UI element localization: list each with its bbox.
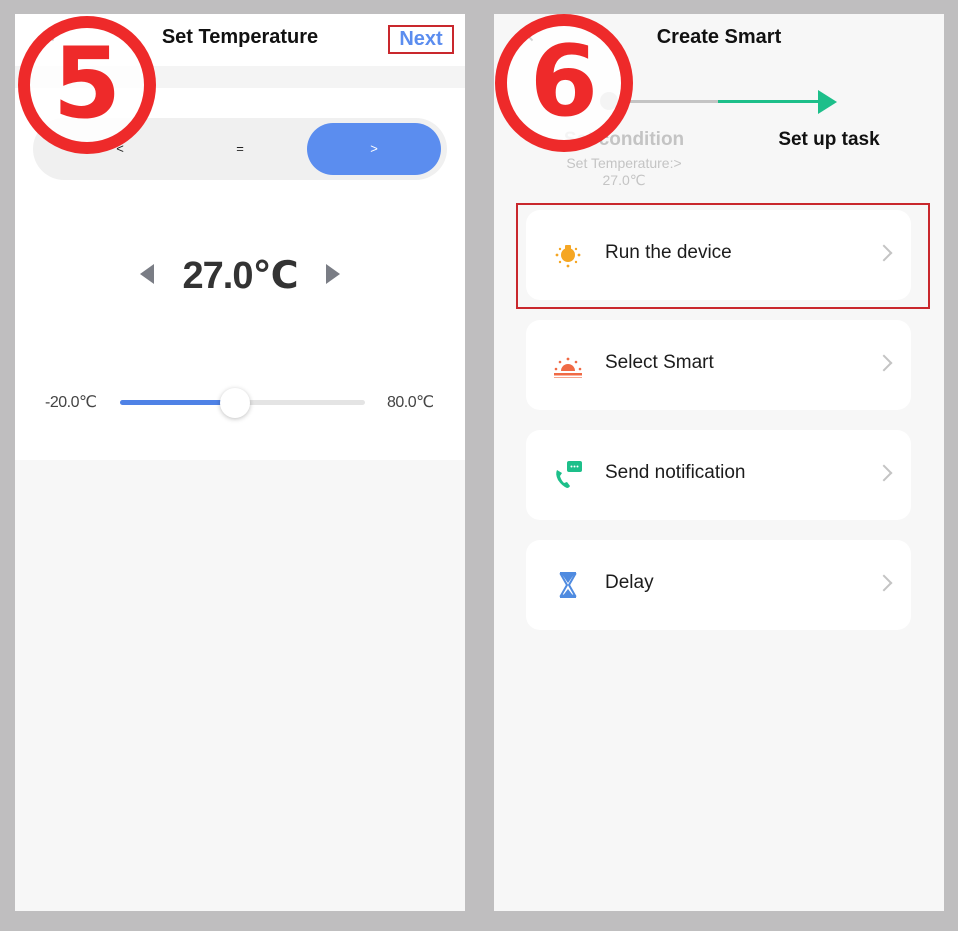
triangle-right-icon[interactable] <box>326 264 340 284</box>
task-delay[interactable]: Delay <box>526 540 911 630</box>
sunrise-icon <box>554 357 582 378</box>
step-badge-5: 5 <box>18 16 156 154</box>
temperature-stepper: 27.0℃ <box>15 248 465 298</box>
slider-thumb[interactable] <box>220 388 251 418</box>
hourglass-icon <box>559 572 577 598</box>
comparator-equal[interactable]: = <box>173 123 307 175</box>
chevron-right-icon <box>875 464 893 482</box>
step-set-up-task-label: Set up task <box>778 129 880 150</box>
phone-message-icon <box>556 461 582 488</box>
temperature-slider-row: -20.0℃ 80.0℃ <box>15 388 465 418</box>
slider-min-label: -20.0℃ <box>45 394 97 411</box>
progress-line-done <box>618 100 718 103</box>
task-select-smart[interactable]: Select Smart <box>526 320 911 410</box>
task-label: Delay <box>605 572 654 593</box>
arrow-right-icon <box>818 90 837 114</box>
chevron-right-icon <box>875 354 893 372</box>
comparator-greater-than[interactable]: > <box>307 123 441 175</box>
slider-max-label: 80.0℃ <box>387 394 434 411</box>
step-badge-6: 6 <box>495 14 633 152</box>
next-button[interactable]: Next <box>388 25 454 54</box>
temperature-value: 27.0℃ <box>182 255 299 297</box>
highlight-box <box>516 203 930 309</box>
step-set-condition-summary: Set Temperature:> 27.0℃ <box>566 155 682 188</box>
task-label: Select Smart <box>605 352 714 373</box>
task-label: Send notification <box>605 462 746 483</box>
chevron-right-icon <box>875 574 893 592</box>
slider-fill <box>120 400 236 405</box>
progress-line-current <box>718 100 820 103</box>
temperature-slider[interactable] <box>120 388 365 418</box>
task-send-notification[interactable]: Send notification <box>526 430 911 520</box>
